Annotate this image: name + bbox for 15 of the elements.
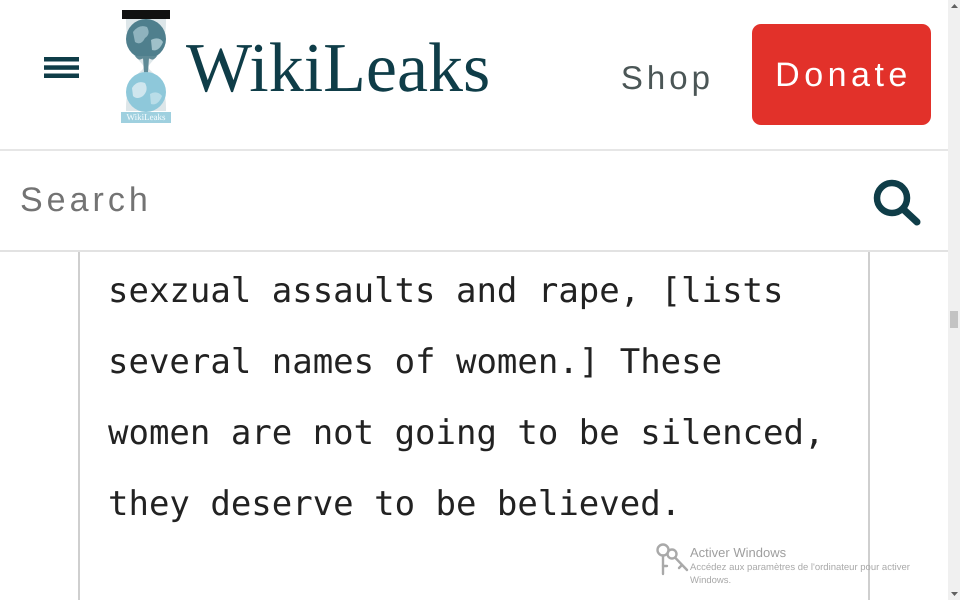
- scroll-down-arrow-icon[interactable]: [950, 592, 958, 596]
- site-name: WikiLeaks: [186, 34, 490, 104]
- scroll-up-arrow-icon[interactable]: [950, 4, 958, 8]
- key-icon: [655, 542, 689, 576]
- menu-icon[interactable]: [44, 56, 79, 78]
- scrollbar-thumb[interactable]: [950, 311, 958, 328]
- article-paragraph: sexzual assaults and rape, [lists several names of women.] These women are not going to be silenced, they deserve to be believed.: [108, 270, 826, 526]
- search-icon[interactable]: [872, 178, 922, 226]
- logo-caption: WikiLeaks: [121, 112, 171, 123]
- activation-notice-text: Accédez aux paramètres de l'ordinateur pour activer Windows.: [690, 561, 911, 587]
- search-field[interactable]: Search: [20, 181, 872, 220]
- nav-link[interactable]: Shop: [620, 60, 714, 94]
- activation-notice-title: Activer Windows: [690, 545, 788, 561]
- donate-button[interactable]: Donate: [752, 24, 931, 125]
- scrollbar[interactable]: [948, 0, 960, 600]
